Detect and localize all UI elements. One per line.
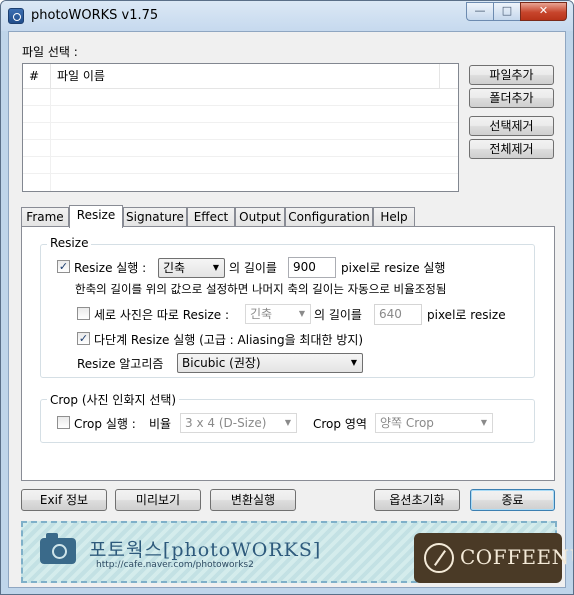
tab-effect[interactable]: Effect [187, 207, 235, 227]
remove-selected-button[interactable]: 선택제거 [469, 116, 554, 136]
column-header-filename[interactable]: 파일 이름 [51, 64, 440, 89]
remove-all-button[interactable]: 전체제거 [469, 139, 554, 159]
portrait-length-label: 의 길이를 [314, 308, 362, 322]
file-list[interactable]: # 파일 이름 [22, 63, 459, 192]
chevron-down-icon: ▼ [212, 263, 219, 272]
window-title: photoWORKS v1.75 [31, 8, 159, 23]
file-list-header: # 파일 이름 [23, 64, 458, 89]
maximize-button[interactable]: □ [493, 2, 520, 21]
pixel-suffix-label: pixel로 resize 실행 [341, 261, 446, 275]
tab-configuration[interactable]: Configuration [285, 207, 373, 227]
crop-run-label: Crop 실행 : [74, 417, 136, 431]
portrait-axis-select[interactable]: 긴축 ▼ [245, 304, 311, 324]
crop-ratio-value: 3 x 4 (D-Size) [185, 416, 267, 430]
tab-frame[interactable]: Frame [21, 207, 69, 227]
coffeenut-logo[interactable]: COFFEENUT [414, 533, 573, 583]
portrait-resize-label: 세로 사진은 따로 Resize : [94, 308, 230, 322]
photoworks-banner[interactable]: 포토웍스[photoWORKS] http://cafe.naver.com/p… [21, 521, 573, 583]
chevron-down-icon: ▼ [480, 418, 487, 427]
crop-area-select[interactable]: 양쪽 Crop ▼ [375, 413, 493, 433]
portrait-axis-value: 긴축 [250, 307, 273, 321]
crop-area-value: 양쪽 Crop [380, 416, 434, 430]
minimize-button[interactable]: — [466, 2, 493, 21]
preview-button[interactable]: 미리보기 [115, 489, 201, 511]
add-file-button[interactable]: 파일추가 [469, 65, 554, 85]
crop-run-checkbox[interactable] [57, 416, 70, 429]
add-folder-button[interactable]: 폴더추가 [469, 88, 554, 108]
file-select-label: 파일 선택 : [22, 45, 78, 59]
list-row [23, 123, 458, 140]
length-label: 의 길이를 [229, 261, 277, 275]
tab-resize[interactable]: Resize [69, 205, 123, 228]
resize-note: 한축의 길이를 위의 값으로 설정하면 나머지 축의 길이는 자동으로 비율조정… [75, 282, 447, 296]
multistep-resize-checkbox[interactable]: ✓ [77, 332, 90, 345]
crop-group-title: Crop (사진 인화지 선택) [47, 391, 180, 408]
multistep-resize-label: 다단계 Resize 실행 (고급 : Aliasing을 최대한 방지) [94, 333, 364, 347]
algorithm-label: Resize 알고리즘 [77, 357, 164, 371]
tab-signature[interactable]: Signature [123, 207, 187, 227]
algorithm-select-value: Bicubic (권장) [182, 356, 261, 370]
convert-button[interactable]: 변환실행 [210, 489, 296, 511]
list-row [23, 106, 458, 123]
axis-select-value: 긴축 [163, 261, 186, 275]
exif-info-button[interactable]: Exif 정보 [21, 489, 107, 511]
resize-group-title: Resize [47, 236, 92, 250]
close-button[interactable]: ✕ [520, 2, 567, 21]
crop-ratio-label: 비율 [149, 417, 172, 431]
algorithm-select[interactable]: Bicubic (권장) ▼ [177, 353, 363, 373]
column-header-number[interactable]: # [23, 64, 51, 89]
resize-tab-panel: Resize ✓ Resize 실행 : 긴축 ▼ 의 길이를 900 pixe… [21, 226, 555, 481]
banner-url[interactable]: http://cafe.naver.com/photoworks2 [96, 560, 254, 570]
axis-select[interactable]: 긴축 ▼ [158, 258, 225, 278]
list-row [23, 140, 458, 157]
tab-output[interactable]: Output [235, 207, 285, 227]
resize-group: Resize ✓ Resize 실행 : 긴축 ▼ 의 길이를 900 pixe… [40, 236, 535, 378]
portrait-pixel-suffix-label: pixel로 resize [427, 308, 506, 322]
client-area: 파일 선택 : # 파일 이름 파일추가 폴더추가 선택제거 전체제거 Fram… [8, 31, 573, 588]
list-row [23, 89, 458, 106]
tab-help[interactable]: Help [373, 207, 415, 227]
chevron-down-icon: ▼ [298, 309, 305, 318]
app-window: photoWORKS v1.75 — □ ✕ 파일 선택 : # 파일 이름 파… [0, 0, 574, 595]
chevron-down-icon: ▼ [284, 418, 291, 427]
resize-run-checkbox[interactable]: ✓ [57, 260, 70, 273]
coffeenut-logo-text: COFFEENUT [460, 545, 573, 569]
coffee-logo-icon [424, 543, 454, 573]
caption-buttons: — □ ✕ [466, 2, 567, 21]
crop-group: Crop (사진 인화지 선택) Crop 실행 : 비율 3 x 4 (D-S… [40, 391, 535, 443]
length-input[interactable]: 900 [288, 257, 336, 278]
camera-icon [40, 533, 76, 564]
portrait-resize-checkbox[interactable] [77, 307, 90, 320]
chevron-down-icon: ▼ [350, 358, 357, 367]
portrait-length-input[interactable]: 640 [374, 304, 422, 325]
reset-options-button[interactable]: 옵션초기화 [374, 489, 460, 511]
title-bar[interactable]: photoWORKS v1.75 — □ ✕ [1, 1, 573, 31]
crop-ratio-select[interactable]: 3 x 4 (D-Size) ▼ [180, 413, 297, 433]
app-icon [8, 8, 24, 24]
banner-title: 포토웍스[photoWORKS] [89, 539, 322, 561]
crop-area-label: Crop 영역 [313, 417, 367, 431]
list-row [23, 157, 458, 174]
resize-run-label: Resize 실행 : [74, 261, 147, 275]
exit-button[interactable]: 종료 [470, 489, 555, 511]
